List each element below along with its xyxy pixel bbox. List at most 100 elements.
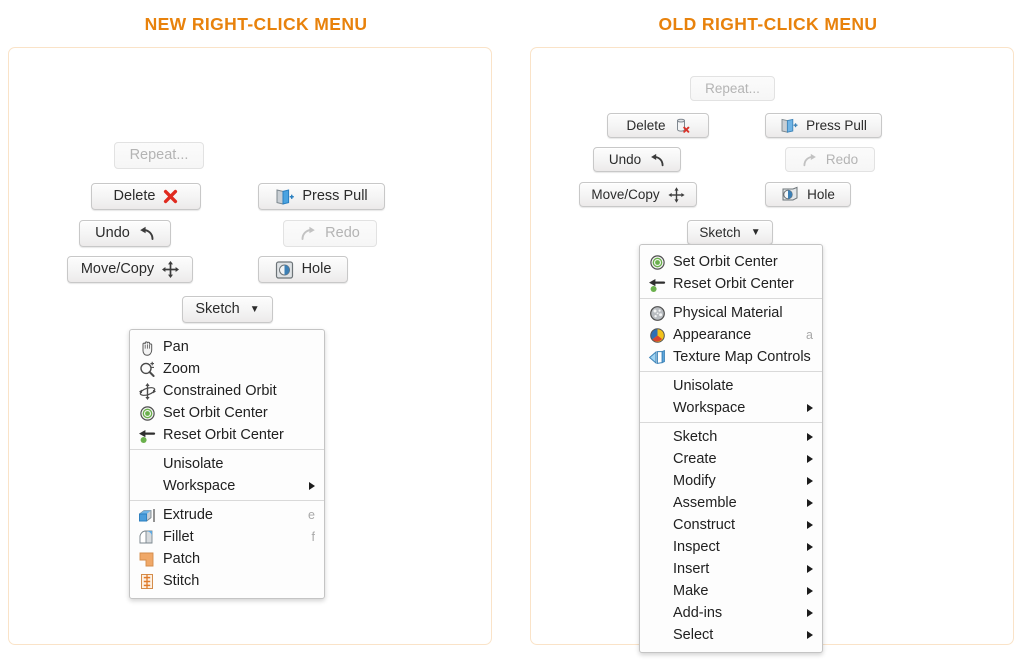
- menu-item-reset-orbit-center[interactable]: Reset Orbit Center: [130, 424, 324, 446]
- repeat-button-label: Repeat...: [129, 147, 189, 164]
- sketch-button[interactable]: Sketch ▼: [687, 220, 773, 245]
- pan-icon: [137, 339, 157, 356]
- press-pull-icon: [275, 188, 295, 206]
- delete-button-label: Delete: [113, 188, 156, 205]
- delete-button[interactable]: Delete: [607, 113, 709, 138]
- menu-item-pan[interactable]: Pan: [130, 336, 324, 358]
- repeat-button[interactable]: Repeat...: [690, 76, 775, 101]
- move-arrows-icon: [668, 186, 685, 203]
- menu-item-unisolate[interactable]: Unisolate: [130, 453, 324, 475]
- submenu-arrow-icon: [309, 482, 315, 490]
- new-menu-title: NEW RIGHT-CLICK MENU: [144, 14, 368, 34]
- menu-item-workspace[interactable]: Workspace: [640, 397, 822, 419]
- menu-item-reset-orbit-center[interactable]: Reset Orbit Center: [640, 273, 822, 295]
- hole-button-label: Hole: [807, 186, 835, 202]
- repeat-button[interactable]: Repeat...: [114, 142, 204, 169]
- menu-item-patch[interactable]: Patch: [130, 548, 324, 570]
- reset-orbit-center-icon: [137, 427, 157, 444]
- menu-item-label: Fillet: [163, 528, 194, 545]
- set-orbit-center-icon: [647, 254, 667, 271]
- menu-item-label: Reset Orbit Center: [673, 275, 794, 292]
- menu-item-stitch[interactable]: Stitch: [130, 570, 324, 592]
- menu-group-orbit: Set Orbit Center Reset Orbit Center: [640, 248, 822, 298]
- menu-item-create[interactable]: Create: [640, 448, 822, 470]
- old-menu-column: OLD RIGHT-CLICK MENU Repeat... Delete Pr…: [512, 0, 1024, 661]
- menu-item-workspace[interactable]: Workspace: [130, 475, 324, 497]
- zoom-icon: [137, 361, 157, 378]
- physical-material-icon: [647, 305, 667, 322]
- menu-item-unisolate[interactable]: Unisolate: [640, 375, 822, 397]
- menu-item-label: Inspect: [673, 538, 720, 555]
- submenu-arrow-icon: [807, 609, 813, 617]
- move-arrows-icon: [162, 261, 180, 278]
- set-orbit-center-icon: [137, 405, 157, 422]
- menu-item-add-ins[interactable]: Add-ins: [640, 602, 822, 624]
- undo-button[interactable]: Undo: [593, 147, 681, 172]
- move-copy-button-label: Move/Copy: [80, 261, 155, 278]
- submenu-arrow-icon: [807, 565, 813, 573]
- redo-button[interactable]: Redo: [283, 220, 377, 247]
- sketch-button[interactable]: Sketch ▼: [182, 296, 273, 323]
- move-copy-button[interactable]: Move/Copy: [579, 182, 697, 207]
- submenu-arrow-icon: [807, 477, 813, 485]
- old-menu-title: OLD RIGHT-CLICK MENU: [658, 14, 878, 34]
- sketch-button-label: Sketch: [195, 301, 240, 318]
- hole-icon: [275, 260, 294, 279]
- menu-item-insert[interactable]: Insert: [640, 558, 822, 580]
- menu-item-select[interactable]: Select: [640, 624, 822, 646]
- menu-item-make[interactable]: Make: [640, 580, 822, 602]
- menu-item-label: Appearance: [673, 326, 752, 343]
- hole-button[interactable]: Hole: [765, 182, 851, 207]
- menu-item-texture-map-controls[interactable]: Texture Map Controls: [640, 346, 822, 368]
- stitch-icon: [137, 573, 157, 590]
- reset-orbit-center-icon: [647, 276, 667, 293]
- menu-item-appearance[interactable]: Appearance a: [640, 324, 822, 346]
- menu-item-modify[interactable]: Modify: [640, 470, 822, 492]
- fillet-icon: [137, 529, 157, 546]
- submenu-arrow-icon: [807, 499, 813, 507]
- undo-button-label: Undo: [608, 151, 642, 167]
- delete-button[interactable]: Delete: [91, 183, 201, 210]
- repeat-button-label: Repeat...: [705, 80, 760, 96]
- move-copy-button[interactable]: Move/Copy: [67, 256, 193, 283]
- press-pull-button[interactable]: Press Pull: [258, 183, 385, 210]
- menu-item-set-orbit-center[interactable]: Set Orbit Center: [130, 402, 324, 424]
- menu-item-label: Select: [673, 626, 714, 643]
- menu-item-label: Add-ins: [673, 604, 723, 621]
- redo-button[interactable]: Redo: [785, 147, 875, 172]
- menu-item-label: Extrude: [163, 506, 213, 523]
- press-pull-button[interactable]: Press Pull: [765, 113, 882, 138]
- texture-map-controls-icon: [647, 349, 667, 366]
- menu-item-fillet[interactable]: Fillet f: [130, 526, 324, 548]
- hole-button[interactable]: Hole: [258, 256, 348, 283]
- menu-item-set-orbit-center[interactable]: Set Orbit Center: [640, 251, 822, 273]
- menu-item-label: Workspace: [673, 399, 746, 416]
- undo-button-label: Undo: [95, 225, 130, 242]
- menu-item-inspect[interactable]: Inspect: [640, 536, 822, 558]
- menu-item-sketch[interactable]: Sketch: [640, 426, 822, 448]
- menu-item-zoom[interactable]: Zoom: [130, 358, 324, 380]
- menu-item-assemble[interactable]: Assemble: [640, 492, 822, 514]
- new-context-menu[interactable]: Pan Zoom Constrained Orbit Set Orbit Cen…: [129, 329, 325, 599]
- undo-button[interactable]: Undo: [79, 220, 171, 247]
- press-pull-icon: [780, 117, 798, 134]
- menu-item-shortcut: e: [308, 508, 315, 522]
- new-menu-column: NEW RIGHT-CLICK MENU Repeat... Delete Pr…: [0, 0, 512, 661]
- redo-arrow-icon: [802, 153, 818, 167]
- menu-item-label: Patch: [163, 550, 201, 567]
- press-pull-button-label: Press Pull: [302, 188, 368, 205]
- menu-item-label: Set Orbit Center: [163, 404, 268, 421]
- menu-group-toolbars: Sketch Create Modify Assemble Construct …: [640, 422, 822, 649]
- menu-item-label: Insert: [673, 560, 710, 577]
- menu-group-modeling: Extrude e Fillet f Patch Stitch: [130, 500, 324, 595]
- menu-item-extrude[interactable]: Extrude e: [130, 504, 324, 526]
- menu-item-label: Unisolate: [163, 455, 224, 472]
- appearance-icon: [647, 327, 667, 344]
- menu-item-construct[interactable]: Construct: [640, 514, 822, 536]
- undo-arrow-icon: [649, 153, 665, 167]
- old-context-menu[interactable]: Set Orbit Center Reset Orbit Center Phys…: [639, 244, 823, 653]
- menu-item-physical-material[interactable]: Physical Material: [640, 302, 822, 324]
- menu-item-constrained-orbit[interactable]: Constrained Orbit: [130, 380, 324, 402]
- redo-button-label: Redo: [825, 151, 859, 167]
- submenu-arrow-icon: [807, 631, 813, 639]
